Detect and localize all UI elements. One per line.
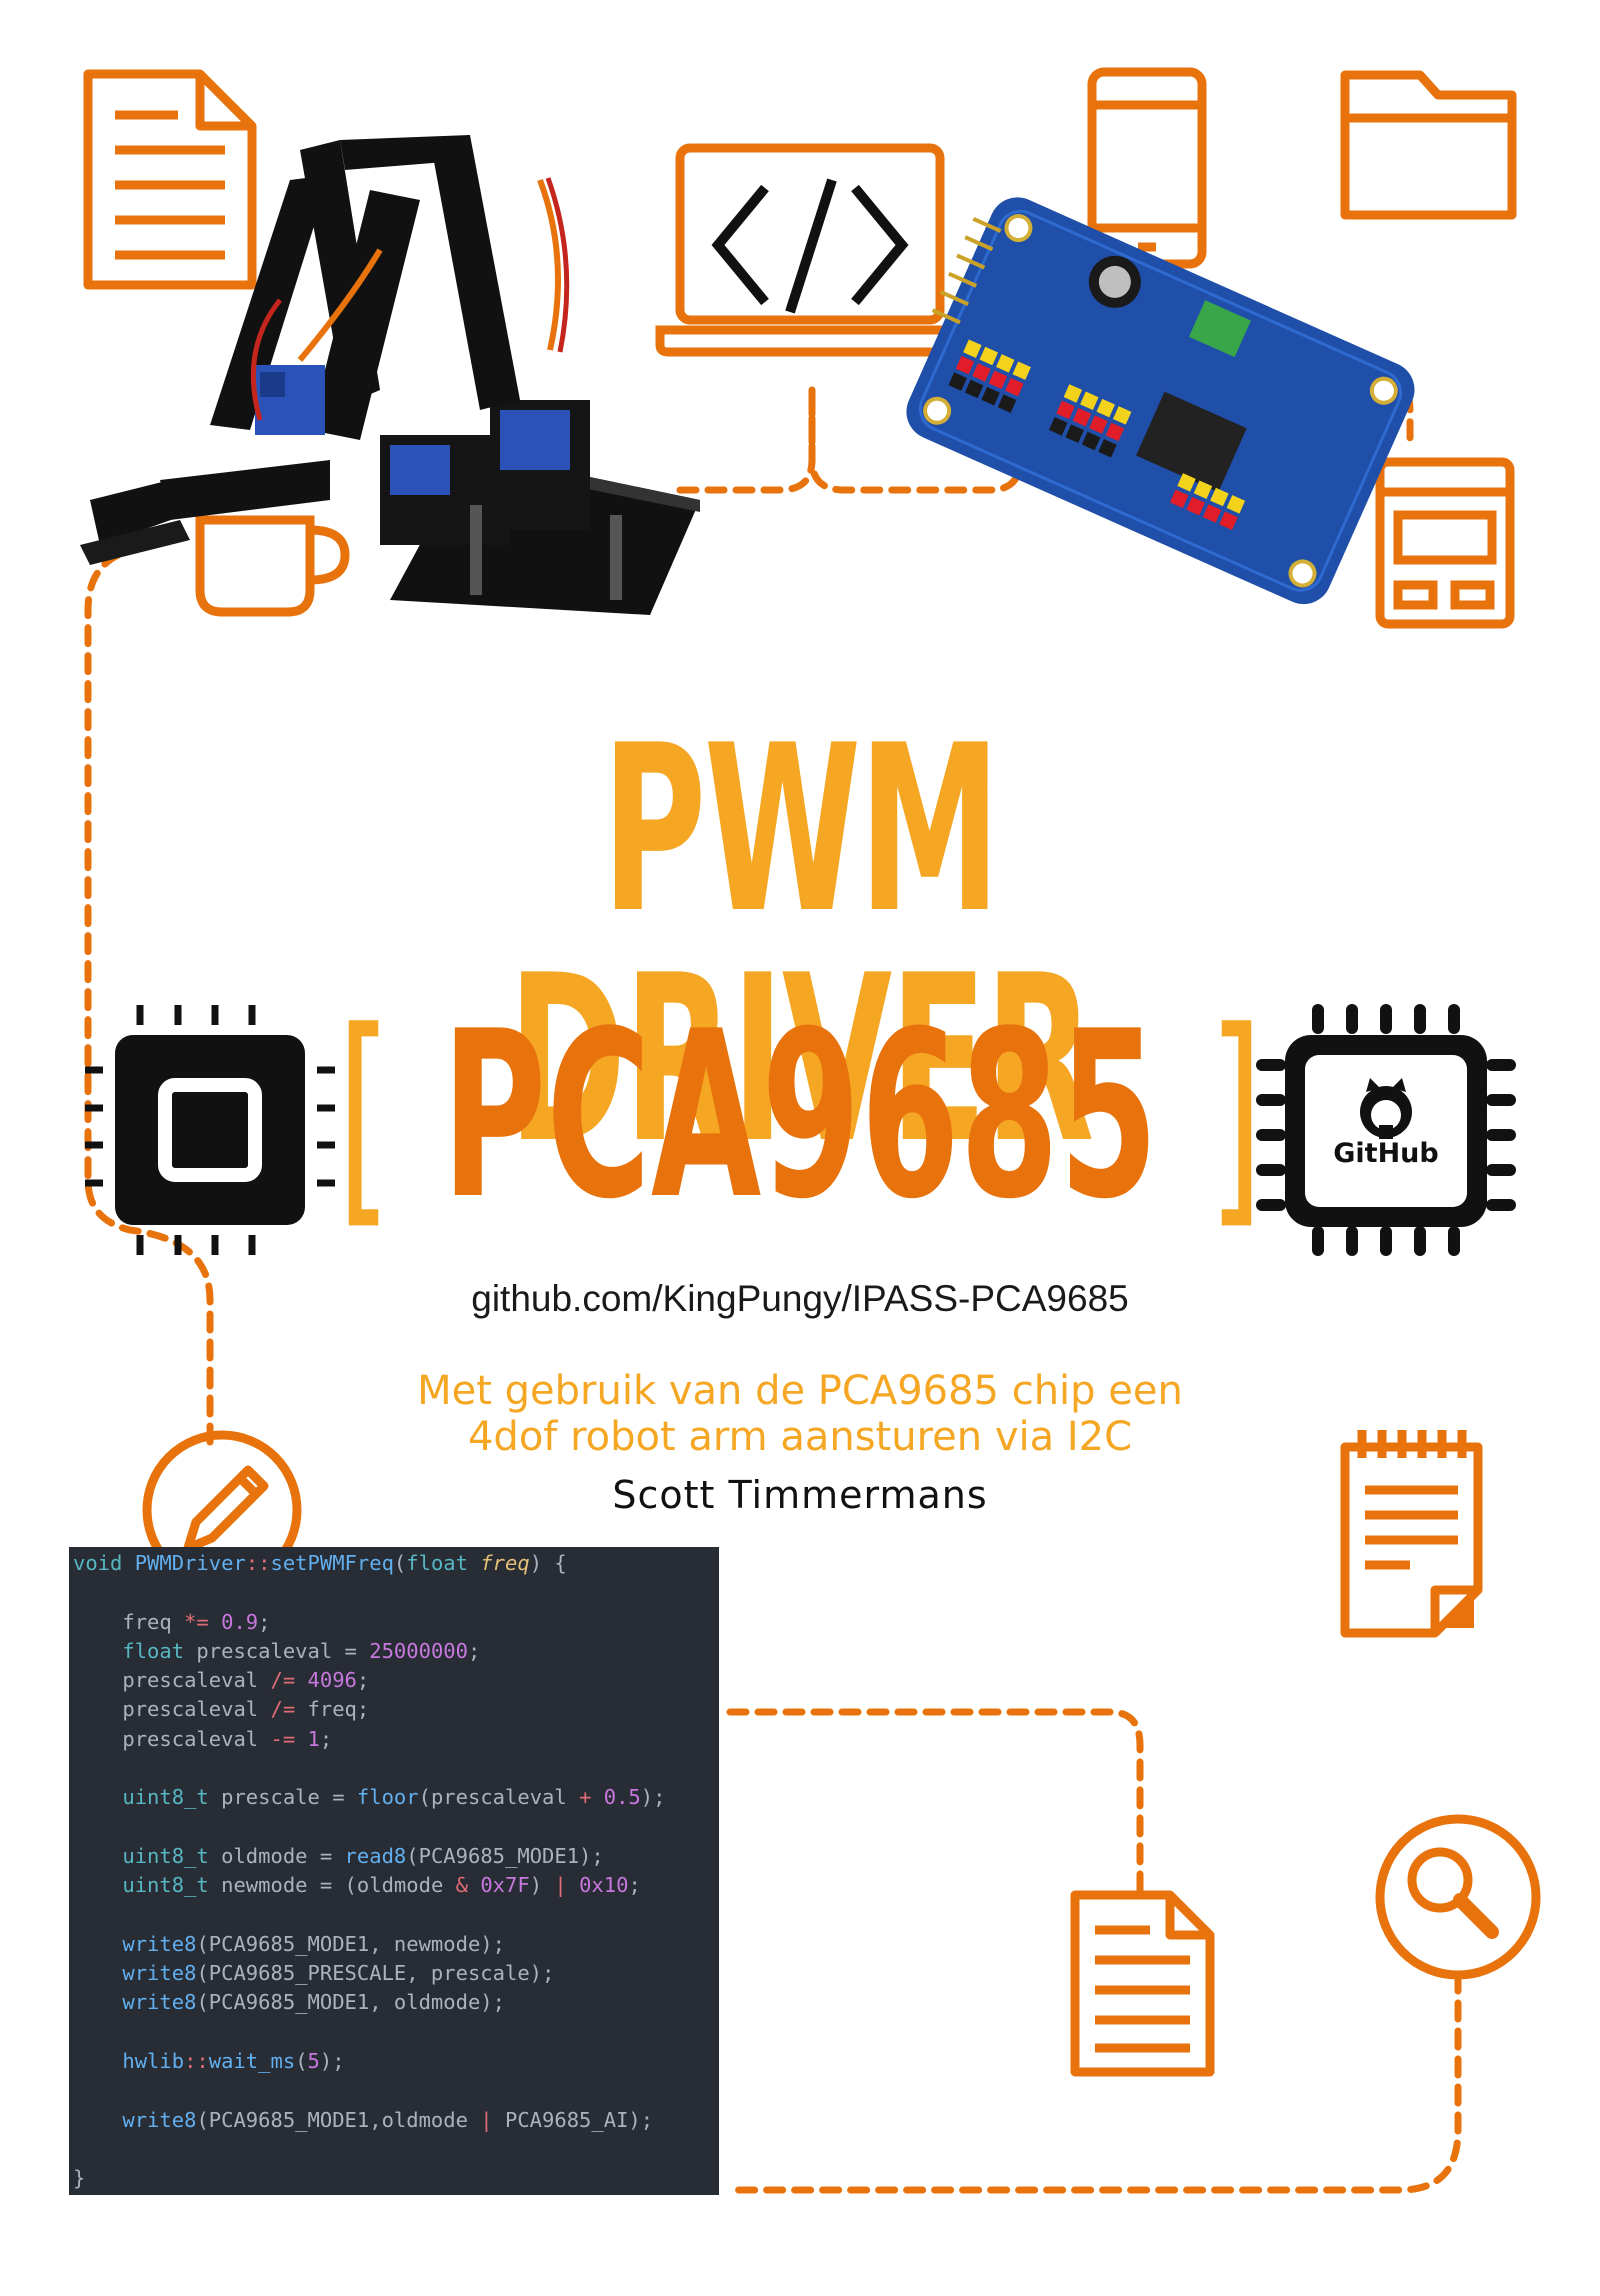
- code-line: hwlib::wait_ms(5);: [122, 2049, 345, 2074]
- github-mark-icon: [1360, 1078, 1412, 1139]
- description-line-1: Met gebruik van de PCA9685 chip een: [417, 1368, 1183, 1414]
- code-line: write8(PCA9685_MODE1, oldmode);: [122, 1990, 505, 2015]
- github-label: GitHub: [1333, 1138, 1439, 1169]
- phone-icon: [1087, 67, 1207, 269]
- code-line: prescaleval -= 1;: [73, 1726, 333, 1751]
- code-line: float prescaleval = 25000000;: [122, 1638, 481, 1663]
- code-line: uint8_t oldmode = read8(PCA9685_MODE1);: [122, 1843, 604, 1868]
- code-line: uint8_t newmode = (oldmode & 0x7F) | 0x1…: [122, 1873, 641, 1898]
- browser-window-icon: [1375, 457, 1515, 629]
- code-line: write8(PCA9685_MODE1, newmode);: [122, 1931, 505, 1956]
- author-name: Scott Timmermans: [612, 1473, 988, 1517]
- code-line: void PWMDriver::setPWMFreq(float freq) {: [73, 1551, 567, 1575]
- subtitle-close-bracket: ]: [1207, 983, 1264, 1250]
- repository-url[interactable]: github.com/KingPungy/IPASS-PCA9685: [0, 1278, 1600, 1320]
- code-line: freq *= 0.9;: [73, 1609, 271, 1634]
- description-line-2: 4dof robot arm aansturen via I2C: [467, 1414, 1133, 1460]
- code-line: prescaleval /= freq;: [73, 1697, 370, 1722]
- mug-icon: [195, 515, 350, 617]
- code-line: uint8_t prescale = floor(prescaleval + 0…: [122, 1785, 666, 1810]
- robot-arm-illustration: [80, 135, 700, 615]
- poster-subtitle: [ PCA9685 ]: [304, 1002, 1296, 1232]
- document-icon: [83, 69, 257, 290]
- laptop-code-icon: [655, 143, 965, 357]
- document-icon-small: [1070, 1890, 1215, 2077]
- code-snippet: void PWMDriver::setPWMFreq(float freq) {…: [69, 1547, 719, 2195]
- dashed-line-bottom: [726, 1971, 1462, 2194]
- code-line: write8(PCA9685_PRESCALE, prescale);: [122, 1961, 555, 1986]
- project-description: Met gebruik van de PCA9685 chip een 4dof…: [350, 1368, 1250, 1460]
- dashed-line-laptop-left: [676, 386, 816, 494]
- notepad-corner-fill: [1440, 1594, 1474, 1628]
- notepad-icon: [1340, 1430, 1483, 1638]
- code-line: }: [73, 2166, 86, 2191]
- folder-icon: [1340, 70, 1517, 220]
- subtitle-open-bracket: [: [336, 983, 393, 1250]
- code-line: write8(PCA9685_MODE1,oldmode | PCA9685_A…: [122, 2107, 654, 2132]
- github-chip-icon: [1256, 1004, 1516, 1256]
- code-line: prescaleval /= 4096;: [73, 1668, 370, 1693]
- cpu-chip-icon: [85, 1005, 335, 1255]
- subtitle-chip-name: PCA9685: [441, 983, 1159, 1250]
- search-circle-icon: [1375, 1814, 1541, 1980]
- dashed-line-bottom-right: [726, 1708, 1144, 1899]
